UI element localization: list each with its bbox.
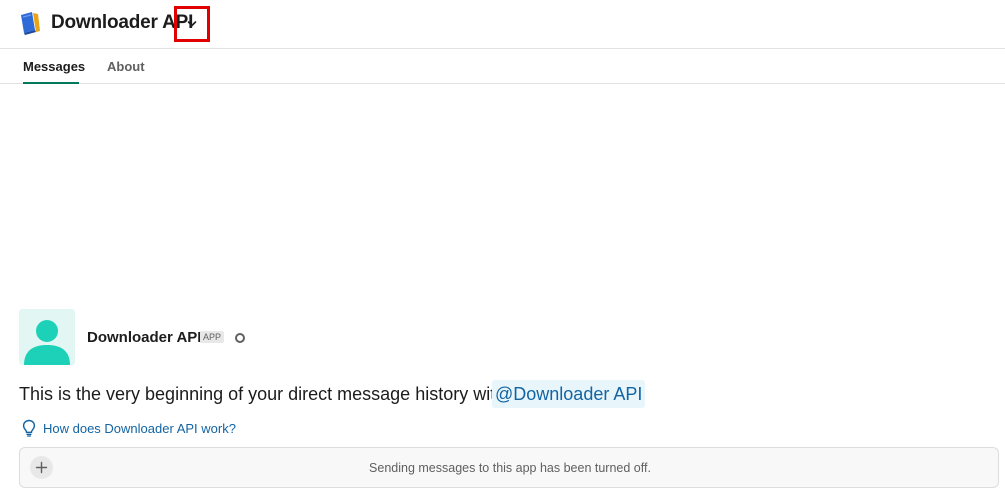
app-title[interactable]: Downloader API xyxy=(51,11,193,35)
intro-app-name[interactable]: Downloader API xyxy=(87,329,201,347)
composer-disabled-message: Sending messages to this app has been tu… xyxy=(369,461,651,475)
channel-header: Downloader API xyxy=(0,0,1005,49)
tab-about[interactable]: About xyxy=(107,49,145,84)
app-badge: APP xyxy=(200,331,225,343)
avatar[interactable] xyxy=(19,309,75,365)
help-link-text[interactable]: How does Downloader API work? xyxy=(43,419,236,439)
channel-details-dropdown[interactable] xyxy=(174,6,210,42)
plus-icon xyxy=(35,461,48,474)
dm-page: Downloader API Messages About Downloader… xyxy=(0,0,1005,498)
lightbulb-icon xyxy=(22,419,36,437)
book-icon xyxy=(19,11,41,35)
intro-text: This is the very beginning of your direc… xyxy=(19,384,506,404)
app-mention-link[interactable]: @Downloader API xyxy=(492,380,646,408)
presence-status-icon xyxy=(235,333,245,343)
tab-bar: Messages About xyxy=(0,49,1005,84)
tab-messages[interactable]: Messages xyxy=(23,49,85,84)
chevron-down-icon xyxy=(187,21,197,27)
message-composer: Sending messages to this app has been tu… xyxy=(19,447,999,488)
attach-button[interactable] xyxy=(30,456,53,479)
